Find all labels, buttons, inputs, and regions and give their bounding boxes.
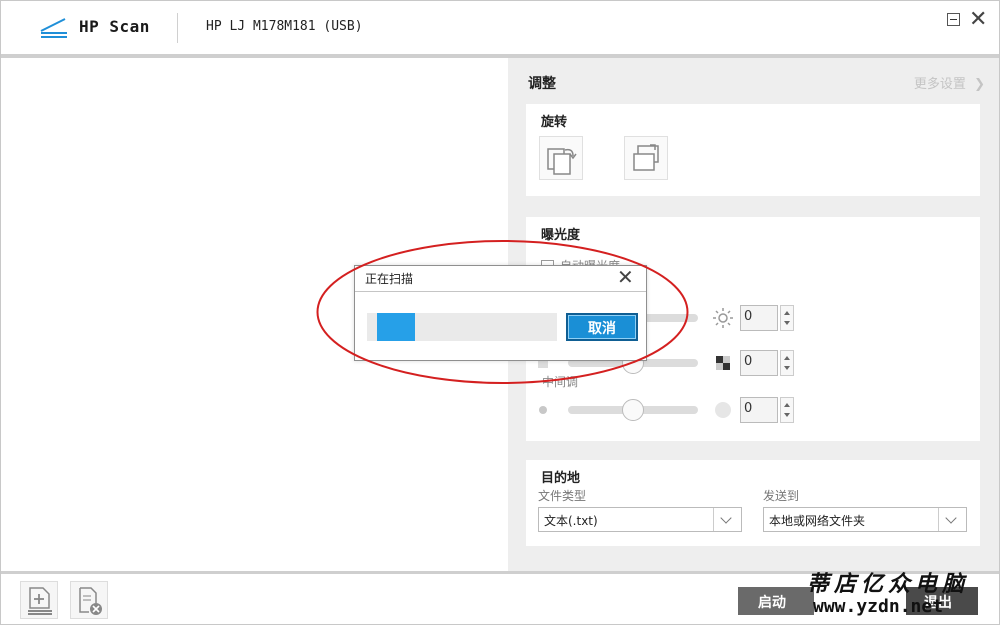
panel-title: 调整 <box>528 76 556 92</box>
rotate-left-button[interactable] <box>539 136 583 180</box>
brightness-spin-buttons[interactable] <box>780 305 794 331</box>
brightness-stepper[interactable]: 0 <box>740 305 794 331</box>
scanning-dialog: 正在扫描 ✕ 取消 <box>354 265 647 361</box>
watermark-url: www.yzdn.net <box>813 596 944 617</box>
midtone-stepper[interactable]: 0 <box>740 397 794 423</box>
scan-progress-bar <box>367 313 557 341</box>
midtone-label: 中间调 <box>542 375 579 389</box>
title-divider <box>177 13 178 43</box>
watermark-text: 蒂店亿众电脑 <box>807 571 970 597</box>
send-to-select[interactable]: 本地或网络文件夹 <box>763 507 967 532</box>
destination-title: 目的地 <box>541 471 581 486</box>
more-settings-label: 更多设置 <box>913 77 966 92</box>
midtone-low-icon <box>539 406 547 414</box>
midtone-high-icon <box>715 402 731 418</box>
close-icon[interactable]: ✕ <box>617 265 634 289</box>
delete-page-button[interactable] <box>70 581 108 619</box>
chevron-right-icon: ❯ <box>969 77 985 92</box>
site-watermark: 蒂店亿众电脑 www.yzdn.net <box>801 566 996 624</box>
rotate-right-button[interactable] <box>624 136 668 180</box>
add-page-button[interactable] <box>20 581 58 619</box>
app-name: HP Scan <box>79 17 150 36</box>
dialog-title: 正在扫描 <box>365 272 414 286</box>
midtone-row: 0 <box>538 395 968 425</box>
send-to-label: 发送到 <box>763 489 800 503</box>
contrast-value[interactable]: 0 <box>740 350 778 376</box>
contrast-stepper[interactable]: 0 <box>740 350 794 376</box>
destination-section: 目的地 文件类型 文本(.txt) 发送到 本地或网络文件夹 <box>526 460 980 546</box>
chevron-down-icon <box>938 508 966 531</box>
title-bar: HP Scan HP LJ M178M181 (USB) ✕ <box>1 1 999 58</box>
rotate-title: 旋转 <box>541 115 568 130</box>
contrast-icon <box>716 356 730 370</box>
delete-page-icon <box>79 587 102 615</box>
contrast-spin-buttons[interactable] <box>780 350 794 376</box>
rotate-right-icon <box>633 144 659 171</box>
midtone-value[interactable]: 0 <box>740 397 778 423</box>
minimize-icon[interactable] <box>947 13 960 26</box>
chevron-down-icon <box>713 508 741 531</box>
exposure-title: 曝光度 <box>541 228 581 243</box>
midtone-spin-buttons[interactable] <box>780 397 794 423</box>
more-settings-link[interactable]: 更多设置 ❯ <box>914 73 985 92</box>
midtone-slider-thumb[interactable] <box>622 399 644 421</box>
file-type-value: 文本(.txt) <box>544 514 598 528</box>
close-icon[interactable]: ✕ <box>969 7 987 33</box>
scanner-logo-icon <box>40 18 67 38</box>
brightness-value[interactable]: 0 <box>740 305 778 331</box>
device-name: HP LJ M178M181 (USB) <box>206 19 363 34</box>
rotate-left-icon <box>547 148 577 175</box>
scan-progress-fill <box>377 313 415 341</box>
send-to-value: 本地或网络文件夹 <box>769 514 866 528</box>
add-page-icon <box>28 587 52 615</box>
brightness-icon <box>713 308 733 328</box>
dialog-divider <box>355 291 646 292</box>
cancel-button[interactable]: 取消 <box>566 313 638 341</box>
file-type-select[interactable]: 文本(.txt) <box>538 507 742 532</box>
rotate-section: 旋转 <box>526 104 980 196</box>
file-type-label: 文件类型 <box>538 489 587 503</box>
hp-scan-window: HP Scan HP LJ M178M181 (USB) ✕ 调整 更多设置 ❯… <box>0 0 1000 625</box>
